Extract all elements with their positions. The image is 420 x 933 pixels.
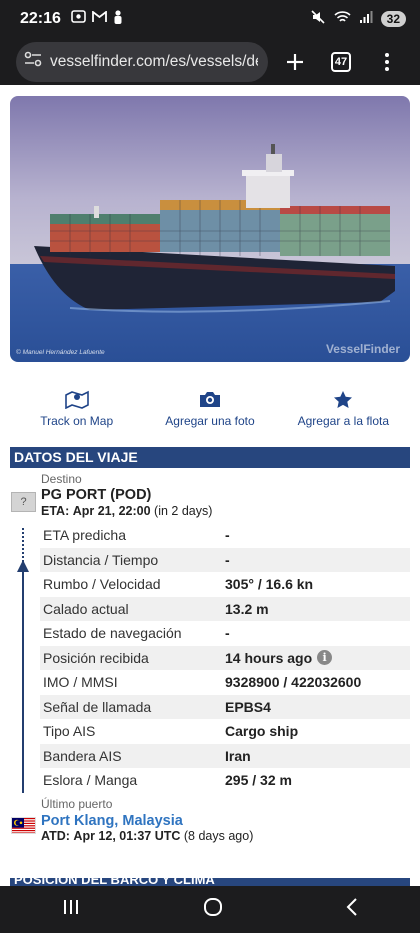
url-text[interactable]: vesselfinder.com/es/vessels/det bbox=[50, 53, 258, 71]
malaysia-flag-icon bbox=[11, 817, 36, 834]
add-to-fleet-label: Agregar a la flota bbox=[297, 414, 390, 428]
row-value: - bbox=[225, 551, 230, 568]
destination-label: Destino bbox=[41, 472, 82, 486]
route-dotted-line bbox=[22, 528, 24, 562]
row-key: Eslora / Manga bbox=[43, 772, 138, 789]
add-photo-button[interactable]: Agregar una foto bbox=[143, 388, 276, 432]
atd-value: Apr 12, 01:37 UTC bbox=[73, 829, 181, 843]
status-bar: 22:16 32 bbox=[0, 0, 420, 38]
home-icon bbox=[203, 898, 222, 916]
table-row: Posición recibida 14 hours ago i bbox=[40, 645, 410, 670]
destination-flag-unknown: ? bbox=[11, 492, 36, 512]
mute-icon bbox=[310, 9, 326, 30]
screenshot-icon bbox=[71, 10, 86, 28]
position-received-value: 14 hours ago bbox=[225, 649, 313, 666]
route-line bbox=[22, 568, 24, 793]
vessel-actions: Track on Map Agregar una foto Agregar a … bbox=[10, 388, 410, 432]
row-value: - bbox=[225, 625, 230, 642]
eta-relative: (in 2 days) bbox=[154, 504, 213, 518]
battery-indicator: 32 bbox=[380, 11, 406, 27]
row-value: Cargo ship bbox=[225, 723, 299, 740]
row-key: Calado actual bbox=[43, 600, 129, 617]
voyage-details-table: ETA predicha - Distancia / Tiempo - Rumbo … bbox=[40, 523, 410, 793]
row-value: EPBS4 bbox=[225, 698, 271, 715]
last-port-link[interactable]: Port Klang, Malaysia bbox=[41, 813, 183, 829]
browser-toolbar: vesselfinder.com/es/vessels/det 47 bbox=[0, 38, 420, 85]
last-port-label: Último puerto bbox=[41, 797, 113, 811]
table-row: IMO / MMSI 9328900 / 422032600 bbox=[40, 670, 410, 695]
person-icon bbox=[113, 9, 123, 29]
recents-icon bbox=[63, 900, 78, 914]
add-photo-label: Agregar una foto bbox=[165, 414, 255, 428]
back-icon bbox=[346, 898, 358, 916]
wifi-icon bbox=[334, 10, 351, 29]
camera-icon bbox=[199, 388, 221, 410]
voyage-data-header: DATOS DEL VIAJE bbox=[10, 447, 410, 468]
add-to-fleet-button[interactable]: Agregar a la flota bbox=[277, 388, 410, 432]
row-value: - bbox=[225, 527, 230, 544]
signal-icon bbox=[359, 10, 373, 29]
destination-name: PG PORT (POD) bbox=[41, 487, 152, 503]
recent-apps-button[interactable] bbox=[62, 899, 80, 920]
menu-button[interactable] bbox=[364, 42, 410, 82]
system-nav-bar bbox=[0, 886, 420, 933]
row-key: IMO / MMSI bbox=[43, 674, 118, 691]
home-button[interactable] bbox=[203, 897, 223, 922]
last-port-atd: ATD: Apr 12, 01:37 UTC (8 days ago) bbox=[41, 829, 253, 843]
tab-switcher-button[interactable]: 47 bbox=[318, 42, 364, 82]
status-time: 22:16 bbox=[20, 10, 61, 27]
row-value: 305° / 16.6 kn bbox=[225, 576, 314, 593]
destination-eta: ETA: Apr 21, 22:00 (in 2 days) bbox=[41, 504, 212, 518]
table-row: Bandera AIS Iran bbox=[40, 743, 410, 768]
plus-icon bbox=[287, 53, 303, 70]
atd-relative: (8 days ago) bbox=[183, 829, 254, 843]
row-value: 14 hours ago i bbox=[225, 649, 333, 666]
tab-count: 47 bbox=[331, 51, 351, 72]
row-key: Estado de navegación bbox=[43, 625, 182, 642]
table-row: Estado de navegación - bbox=[40, 621, 410, 646]
table-row: ETA predicha - bbox=[40, 523, 410, 548]
row-key: Bandera AIS bbox=[43, 747, 122, 764]
atd-label: ATD: bbox=[41, 829, 70, 843]
row-key: Distancia / Tiempo bbox=[43, 551, 159, 568]
gmail-icon bbox=[92, 10, 107, 28]
photo-credit: © Manuel Hernández Lafuente bbox=[16, 349, 105, 356]
row-key: ETA predicha bbox=[43, 527, 127, 544]
row-value: 9328900 / 422032600 bbox=[225, 674, 362, 691]
table-row: Rumbo / Velocidad 305° / 16.6 kn bbox=[40, 572, 410, 597]
row-value: Iran bbox=[225, 747, 251, 764]
row-key: Señal de llamada bbox=[43, 698, 152, 715]
photo-watermark: VesselFinder bbox=[325, 342, 400, 356]
address-bar[interactable]: vesselfinder.com/es/vessels/det bbox=[16, 41, 268, 82]
row-value: 295 / 32 m bbox=[225, 772, 292, 789]
back-button[interactable] bbox=[346, 898, 358, 921]
map-pin-icon bbox=[64, 388, 90, 410]
info-icon[interactable]: i bbox=[317, 650, 333, 666]
table-row: Tipo AIS Cargo ship bbox=[40, 719, 410, 744]
eta-label: ETA: bbox=[41, 504, 70, 518]
row-key: Rumbo / Velocidad bbox=[43, 576, 161, 593]
new-tab-button[interactable] bbox=[272, 42, 318, 82]
row-key: Posición recibida bbox=[43, 649, 149, 666]
table-row: Distancia / Tiempo - bbox=[40, 547, 410, 572]
star-icon bbox=[333, 388, 353, 410]
vessel-photo[interactable]: VesselFinder © Manuel Hernández Lafuente bbox=[10, 96, 410, 362]
row-key: Tipo AIS bbox=[43, 723, 96, 740]
track-on-map-label: Track on Map bbox=[40, 414, 114, 428]
table-row: Eslora / Manga 295 / 32 m bbox=[40, 768, 410, 793]
row-value: 13.2 m bbox=[225, 600, 269, 617]
site-settings-icon[interactable] bbox=[24, 51, 42, 72]
table-row: Calado actual 13.2 m bbox=[40, 596, 410, 621]
table-row: Señal de llamada EPBS4 bbox=[40, 694, 410, 719]
eta-value: Apr 21, 22:00 bbox=[72, 504, 151, 518]
more-vert-icon bbox=[385, 52, 389, 71]
track-on-map-button[interactable]: Track on Map bbox=[10, 388, 143, 432]
